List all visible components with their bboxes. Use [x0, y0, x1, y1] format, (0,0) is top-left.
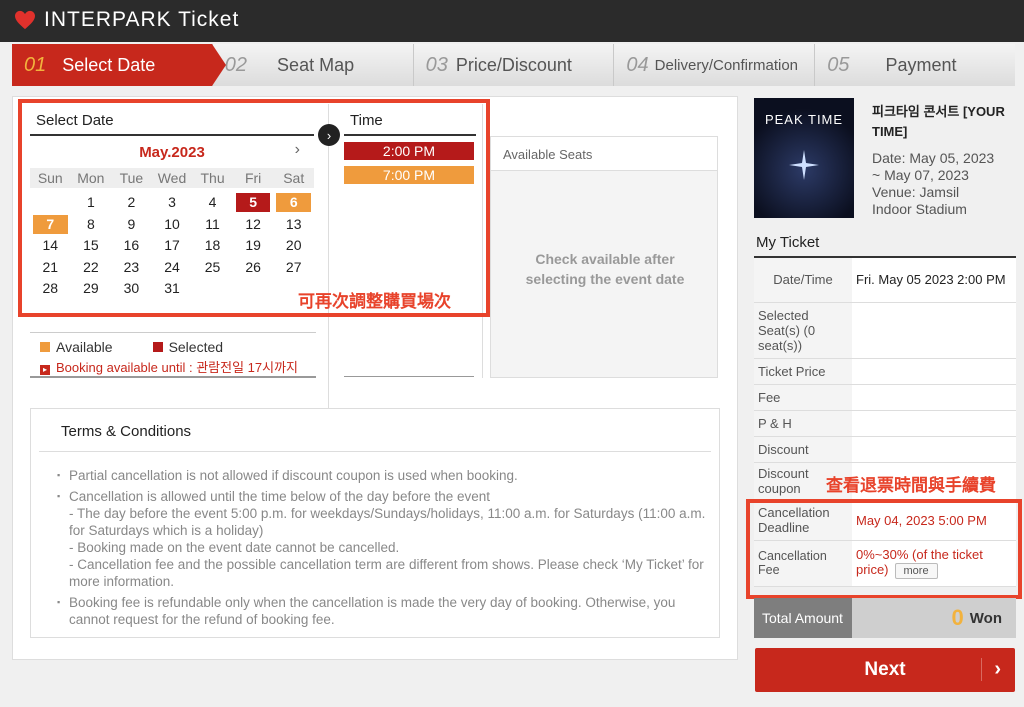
total-amount: 0	[951, 605, 964, 630]
table-row: Selected Seat(s) (0 seat(s))	[754, 302, 1016, 359]
step-label: Select Date	[62, 54, 156, 75]
seats-message-line: Check available after	[535, 251, 675, 267]
annotation-text: 查看退票時間與手續費	[826, 476, 996, 495]
table-row: Ticket Price	[754, 358, 1016, 385]
step-seat-map[interactable]: 02 Seat Map	[212, 44, 414, 86]
info-icon: ▸	[40, 365, 50, 375]
row-value	[852, 302, 1016, 359]
calendar-legend: Available Selected ▸ Booking available un…	[30, 332, 316, 378]
legend-available: Available	[40, 339, 113, 355]
row-label: Date/Time	[754, 258, 852, 303]
table-row: Date/Time Fri. May 05 2023 2:00 PM	[754, 258, 1016, 303]
next-label: Next	[864, 659, 906, 680]
terms-list: Partial cancellation is not allowed if d…	[57, 467, 709, 632]
chevron-right-icon: ›	[981, 658, 1001, 681]
annotation-text: 可再次調整購買場次	[298, 292, 451, 311]
heart-logo-icon	[15, 10, 35, 30]
terms-item: Booking fee is refundable only when the …	[57, 594, 709, 628]
row-value	[852, 410, 1016, 437]
step-number: 04	[626, 53, 649, 76]
step-label: Delivery/Confirmation	[654, 56, 799, 74]
legend-selected: Selected	[152, 339, 223, 355]
terms-panel: Terms & Conditions Partial cancellation …	[30, 408, 720, 638]
step-number: 01	[24, 53, 47, 76]
step-delivery-confirmation[interactable]: 04 Delivery/Confirmation	[614, 44, 816, 86]
total-value: 0 Won	[852, 598, 1016, 638]
row-label: Discount	[754, 436, 852, 463]
step-label: Price/Discount	[455, 54, 572, 75]
seats-message-line: selecting the event date	[525, 271, 685, 287]
total-amount-row: Total Amount 0 Won	[754, 598, 1016, 638]
step-number: 05	[827, 53, 850, 76]
my-ticket-title: My Ticket	[756, 234, 820, 251]
row-value	[852, 436, 1016, 463]
annotation-frame	[18, 99, 490, 317]
table-row: Discount	[754, 436, 1016, 463]
step-label: Seat Map	[277, 54, 355, 75]
event-info: Date: May 05, 2023 ~ May 07, 2023 Venue:…	[872, 150, 995, 217]
brand-name: INTERPARK Ticket	[44, 8, 240, 31]
row-value	[852, 384, 1016, 411]
next-button[interactable]: Next ›	[755, 648, 1015, 692]
total-unit: Won	[969, 609, 1002, 627]
step-select-date[interactable]: 01 Select Date	[12, 44, 226, 86]
total-label: Total Amount	[754, 598, 852, 638]
available-seats-title: Available Seats	[491, 137, 717, 171]
row-value: Fri. May 05 2023 2:00 PM	[852, 258, 1016, 303]
step-number: 02	[224, 53, 248, 76]
row-value	[852, 358, 1016, 385]
logo[interactable]: INTERPARK Ticket	[14, 8, 239, 32]
event-title: 피크타임 콘서트 [YOUR TIME]	[872, 104, 1005, 139]
top-bar: INTERPARK Ticket	[0, 0, 1024, 42]
available-seats-panel: Available Seats Check available after se…	[490, 136, 718, 378]
row-label: Ticket Price	[754, 358, 852, 385]
table-row: Fee	[754, 384, 1016, 411]
poster-title: PEAK TIME	[764, 112, 844, 127]
row-label: Selected Seat(s) (0 seat(s))	[754, 302, 852, 359]
table-row: P & H	[754, 410, 1016, 437]
step-label: Payment	[885, 54, 957, 75]
step-number: 03	[425, 53, 448, 76]
divider	[39, 451, 711, 452]
terms-title: Terms & Conditions	[61, 423, 192, 440]
sparkle-icon	[789, 150, 819, 180]
step-nav: 01 Select Date 02 Seat Map 03 Price/Disc…	[12, 44, 1015, 86]
step-payment[interactable]: 05 Payment	[815, 44, 1015, 86]
annotation-frame	[746, 499, 1022, 599]
terms-item: Partial cancellation is not allowed if d…	[57, 467, 709, 484]
step-price-discount[interactable]: 03 Price/Discount	[413, 44, 615, 86]
divider	[344, 376, 474, 377]
booking-deadline-note: ▸ Booking available until : 관람전일 17시까지	[40, 357, 298, 376]
row-label: Fee	[754, 384, 852, 411]
terms-item: Cancellation is allowed until the time b…	[57, 488, 709, 590]
event-poster: PEAK TIME	[754, 98, 854, 218]
row-label: P & H	[754, 410, 852, 437]
seats-message: Check available after selecting the even…	[491, 249, 719, 289]
